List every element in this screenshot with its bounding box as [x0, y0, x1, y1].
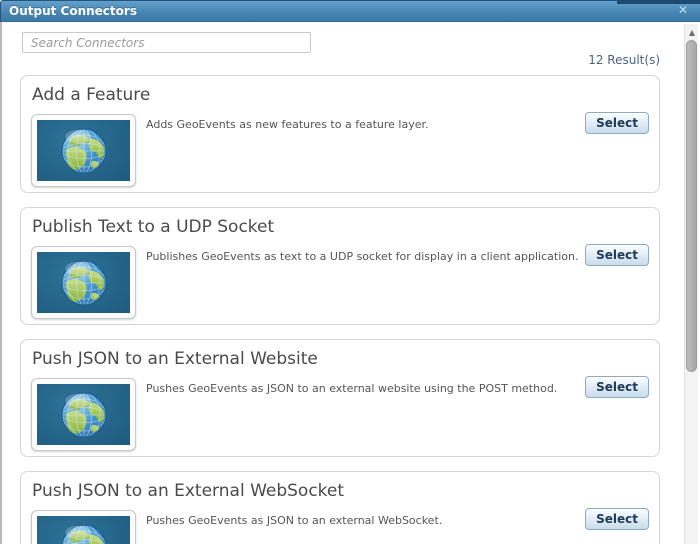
connector-description: Pushes GeoEvents as JSON to an external … — [146, 382, 558, 395]
dialog-titlebar: Output Connectors — [0, 0, 700, 22]
select-button[interactable]: Select — [585, 508, 649, 530]
results-count: 12 Result(s) — [588, 53, 660, 67]
globe-icon — [37, 516, 130, 544]
dialog-left-border — [0, 22, 2, 544]
globe-icon — [37, 120, 130, 181]
connector-title: Add a Feature — [32, 85, 151, 105]
connector-thumbnail — [31, 114, 136, 187]
connector-description: Pushes GeoEvents as JSON to an external … — [146, 514, 443, 527]
close-icon[interactable]: ✕ — [675, 2, 691, 18]
connector-title: Publish Text to a UDP Socket — [32, 217, 275, 237]
select-button[interactable]: Select — [585, 112, 649, 134]
connector-card: Add a Feature Adds GeoEvents as new feat… — [20, 75, 660, 193]
connector-description: Publishes GeoEvents as text to a UDP soc… — [146, 250, 579, 263]
connector-title: Push JSON to an External WebSocket — [32, 481, 345, 501]
connector-description: Adds GeoEvents as new features to a feat… — [146, 118, 429, 131]
dialog-title: Output Connectors — [9, 4, 137, 18]
search-input[interactable] — [22, 32, 311, 53]
globe-icon — [37, 252, 130, 313]
connector-thumbnail — [31, 510, 136, 544]
connector-card: Push JSON to an External Website Pushes … — [20, 339, 660, 457]
vertical-scrollbar[interactable]: ▲ — [684, 24, 698, 544]
connector-thumbnail — [31, 246, 136, 319]
select-button[interactable]: Select — [585, 376, 649, 398]
globe-icon — [37, 384, 130, 445]
scrollbar-thumb[interactable] — [686, 40, 697, 372]
output-connectors-dialog: Output Connectors ✕ 12 Result(s) Add a F… — [0, 0, 700, 544]
connector-title: Push JSON to an External Website — [32, 349, 318, 369]
select-button[interactable]: Select — [585, 244, 649, 266]
scroll-up-arrow-icon[interactable]: ▲ — [685, 26, 699, 40]
connector-thumbnail — [31, 378, 136, 451]
connector-card: Publish Text to a UDP Socket Publishes G… — [20, 207, 660, 325]
connector-card: Push JSON to an External WebSocket Pushe… — [20, 471, 660, 544]
